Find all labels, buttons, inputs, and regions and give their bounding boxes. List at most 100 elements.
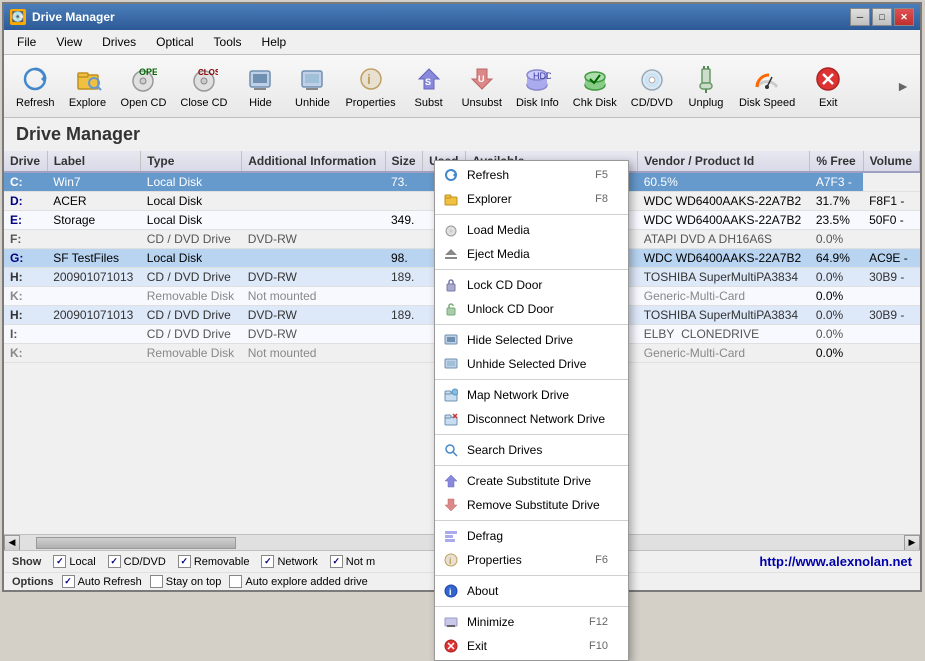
auto-refresh-cb-box[interactable] bbox=[62, 575, 75, 588]
options-label: Options bbox=[12, 576, 54, 588]
auto-explore-cb-box[interactable] bbox=[229, 575, 242, 588]
ctx-properties[interactable]: i Properties F6 bbox=[435, 548, 628, 572]
properties-tool-btn[interactable]: i Properties bbox=[339, 59, 401, 113]
cd-dvd-tool-btn[interactable]: CD/DVD bbox=[625, 59, 679, 113]
col-label: Label bbox=[47, 151, 141, 172]
cell-pct-free: 0.0% bbox=[810, 306, 863, 325]
cell-additional bbox=[242, 249, 385, 268]
removable-cb-box[interactable] bbox=[178, 555, 191, 568]
show-removable-checkbox[interactable]: Removable bbox=[178, 555, 250, 568]
ctx-refresh-shortcut: F5 bbox=[595, 169, 608, 181]
show-notmounted-checkbox[interactable]: Not m bbox=[330, 555, 375, 568]
notmounted-cb-box[interactable] bbox=[330, 555, 343, 568]
cell-label: Storage bbox=[47, 211, 141, 230]
ctx-create-subst[interactable]: Create Substitute Drive bbox=[435, 469, 628, 493]
chk-disk-tool-btn[interactable]: Chk Disk bbox=[567, 59, 623, 113]
disk-info-tool-btn[interactable]: HDD Disk Info bbox=[510, 59, 565, 113]
ctx-lock-cd[interactable]: Lock CD Door bbox=[435, 273, 628, 297]
menu-tools[interactable]: Tools bbox=[205, 32, 251, 52]
maximize-btn[interactable]: □ bbox=[872, 8, 892, 26]
close-btn[interactable]: ✕ bbox=[894, 8, 914, 26]
ctx-eject-media[interactable]: Eject Media bbox=[435, 242, 628, 266]
cell-volume: A7F3 - bbox=[810, 172, 863, 192]
title-controls: ─ □ ✕ bbox=[850, 8, 914, 26]
ctx-hide-drive[interactable]: Hide Selected Drive bbox=[435, 328, 628, 352]
ctx-properties-icon: i bbox=[443, 552, 459, 568]
open-cd-tool-btn[interactable]: OPEN Open CD bbox=[115, 59, 173, 113]
refresh-tool-btn[interactable]: Refresh bbox=[10, 59, 61, 113]
ctx-sep-5 bbox=[435, 434, 628, 435]
network-cb-box[interactable] bbox=[261, 555, 274, 568]
ctx-unhide-drive[interactable]: Unhide Selected Drive bbox=[435, 352, 628, 376]
cell-vendor: WDC WD6400AAKS-22A7B2 bbox=[638, 211, 810, 230]
ctx-load-media[interactable]: Load Media bbox=[435, 218, 628, 242]
stay-on-top-cb-box[interactable] bbox=[150, 575, 163, 588]
title-bar: 💽 Drive Manager ─ □ ✕ bbox=[4, 4, 920, 30]
cell-vendor: TOSHIBA SuperMultiPA3834 bbox=[638, 268, 810, 287]
svg-text:i: i bbox=[449, 587, 452, 597]
toolbar-more-arrow[interactable]: ► bbox=[892, 74, 914, 98]
show-cddvd-checkbox[interactable]: CD/DVD bbox=[108, 555, 166, 568]
ctx-map-network[interactable]: Map Network Drive bbox=[435, 383, 628, 407]
scroll-left-btn[interactable]: ◀ bbox=[4, 535, 20, 551]
unsubst-tool-btn[interactable]: U Unsubst bbox=[456, 59, 508, 113]
cell-size bbox=[385, 287, 423, 306]
ctx-unlock-icon bbox=[443, 301, 459, 317]
col-additional: Additional Information bbox=[242, 151, 385, 172]
menu-drives[interactable]: Drives bbox=[93, 32, 145, 52]
ctx-unlock-label: Unlock CD Door bbox=[467, 302, 554, 316]
auto-refresh-label: Auto Refresh bbox=[78, 576, 142, 588]
cell-vendor: ATAPI DVD A DH16A6S bbox=[638, 230, 810, 249]
ctx-explorer-label: Explorer bbox=[467, 192, 512, 206]
ctx-exit[interactable]: Exit F10 bbox=[435, 634, 628, 658]
cell-pct-free: 0.0% bbox=[810, 344, 863, 363]
cell-type: CD / DVD Drive bbox=[141, 268, 242, 287]
ctx-remove-subst[interactable]: Remove Substitute Drive bbox=[435, 493, 628, 517]
unhide-tool-btn[interactable]: Unhide bbox=[287, 59, 337, 113]
ctx-refresh[interactable]: Refresh F5 bbox=[435, 163, 628, 187]
h-scrollbar-thumb[interactable] bbox=[36, 537, 236, 549]
auto-explore-checkbox[interactable]: Auto explore added drive bbox=[229, 575, 367, 588]
cell-additional bbox=[242, 172, 385, 192]
ctx-about-label: About bbox=[467, 584, 498, 598]
menu-optical[interactable]: Optical bbox=[147, 32, 202, 52]
ctx-minimize[interactable]: Minimize F12 bbox=[435, 610, 628, 634]
ctx-sep-2 bbox=[435, 269, 628, 270]
window-icon: 💽 bbox=[10, 9, 26, 25]
ctx-exit-shortcut: F10 bbox=[589, 640, 608, 652]
ctx-search-drives[interactable]: Search Drives bbox=[435, 438, 628, 462]
show-local-checkbox[interactable]: Local bbox=[53, 555, 95, 568]
cddvd-cb-box[interactable] bbox=[108, 555, 121, 568]
svg-text:i: i bbox=[367, 71, 371, 87]
exit-tool-btn[interactable]: Exit bbox=[803, 59, 853, 113]
explore-tool-btn[interactable]: Explore bbox=[63, 59, 113, 113]
minimize-btn[interactable]: ─ bbox=[850, 8, 870, 26]
cell-additional: Not mounted bbox=[242, 287, 385, 306]
ctx-explorer[interactable]: Explorer F8 bbox=[435, 187, 628, 211]
show-network-checkbox[interactable]: Network bbox=[261, 555, 317, 568]
cell-size bbox=[385, 192, 423, 211]
unplug-tool-btn[interactable]: Unplug bbox=[681, 59, 731, 113]
ctx-exit-label: Exit bbox=[467, 639, 487, 653]
open-cd-icon: OPEN bbox=[127, 63, 159, 95]
ctx-defrag-label: Defrag bbox=[467, 529, 503, 543]
stay-on-top-checkbox[interactable]: Stay on top bbox=[150, 575, 222, 588]
unplug-label: Unplug bbox=[689, 97, 724, 109]
close-cd-tool-btn[interactable]: CLOSE Close CD bbox=[174, 59, 233, 113]
hide-tool-btn[interactable]: Hide bbox=[235, 59, 285, 113]
local-cb-box[interactable] bbox=[53, 555, 66, 568]
ctx-about[interactable]: i About bbox=[435, 579, 628, 603]
disk-speed-tool-btn[interactable]: Disk Speed bbox=[733, 59, 801, 113]
subst-tool-btn[interactable]: S Subst bbox=[404, 59, 454, 113]
refresh-tool-icon bbox=[19, 63, 51, 95]
scroll-right-btn[interactable]: ▶ bbox=[904, 535, 920, 551]
auto-refresh-checkbox[interactable]: Auto Refresh bbox=[62, 575, 142, 588]
unsubst-icon: U bbox=[466, 63, 498, 95]
cell-volume bbox=[863, 325, 919, 344]
ctx-disconnect-network[interactable]: Disconnect Network Drive bbox=[435, 407, 628, 431]
menu-help[interactable]: Help bbox=[253, 32, 296, 52]
menu-file[interactable]: File bbox=[8, 32, 45, 52]
ctx-unlock-cd[interactable]: Unlock CD Door bbox=[435, 297, 628, 321]
ctx-defrag[interactable]: Defrag bbox=[435, 524, 628, 548]
menu-view[interactable]: View bbox=[47, 32, 91, 52]
